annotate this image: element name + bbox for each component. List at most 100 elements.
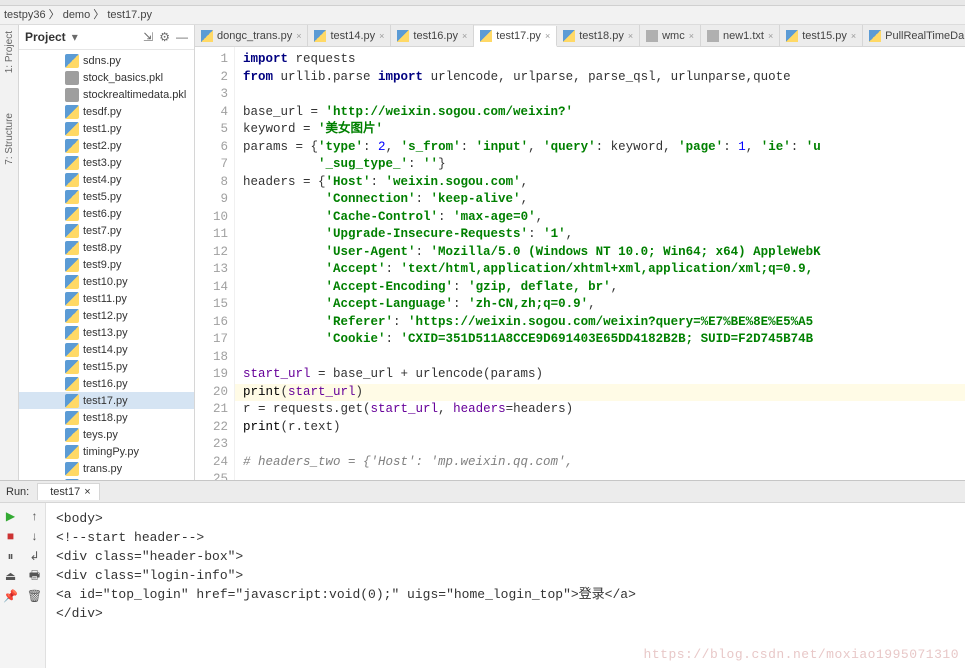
code-line[interactable]: import requests: [243, 51, 965, 69]
tree-item-label: trans.py: [83, 463, 122, 475]
code-line[interactable]: 'Referer': 'https://weixin.sogou.com/wei…: [243, 314, 965, 332]
tree-item[interactable]: test3.py: [19, 154, 194, 171]
tree-item[interactable]: test5.py: [19, 188, 194, 205]
code-line[interactable]: [243, 86, 965, 104]
tree-item[interactable]: test16.py: [19, 375, 194, 392]
tree-item[interactable]: test13.py: [19, 324, 194, 341]
editor-tab[interactable]: wmc×: [640, 25, 701, 46]
tree-item[interactable]: tesdf.py: [19, 103, 194, 120]
exit-icon[interactable]: ⏏: [2, 567, 20, 585]
structure-tool-tab[interactable]: 7: Structure: [4, 113, 15, 165]
print-icon[interactable]: 🖶: [26, 567, 44, 585]
tree-item[interactable]: test6.py: [19, 205, 194, 222]
code-line[interactable]: from urllib.parse import urlencode, urlp…: [243, 69, 965, 87]
code-line[interactable]: 'Connection': 'keep-alive',: [243, 191, 965, 209]
project-tool-tab[interactable]: 1: Project: [4, 31, 15, 73]
code-line[interactable]: r = requests.get(start_url, headers=head…: [243, 401, 965, 419]
tree-item[interactable]: timingPy.py: [19, 443, 194, 460]
tree-item-label: test17.py: [83, 395, 128, 407]
tree-item[interactable]: teys.py: [19, 426, 194, 443]
tree-item[interactable]: test7.py: [19, 222, 194, 239]
pin-icon[interactable]: 📌: [2, 587, 20, 605]
tree-item[interactable]: test15.py: [19, 358, 194, 375]
tree-item[interactable]: stock_basics.pkl: [19, 69, 194, 86]
project-view-dropdown-icon[interactable]: ▾: [72, 30, 78, 44]
code-line[interactable]: '_sug_type_': ''}: [243, 156, 965, 174]
close-icon[interactable]: ×: [851, 31, 856, 41]
editor-tab[interactable]: test14.py×: [308, 25, 391, 46]
close-icon[interactable]: ×: [462, 31, 467, 41]
editor-tab[interactable]: dongc_trans.py×: [195, 25, 308, 46]
rerun-icon[interactable]: ▶: [2, 507, 20, 525]
down-stack-icon[interactable]: ↓: [26, 527, 44, 545]
tree-item[interactable]: test2.py: [19, 137, 194, 154]
tree-item[interactable]: test14.py: [19, 341, 194, 358]
code-line[interactable]: 'Cookie': 'CXID=351D511A8CCE9D691403E65D…: [243, 331, 965, 349]
code-line[interactable]: print(start_url): [235, 384, 965, 402]
code-line[interactable]: 'Cache-Control': 'max-age=0',: [243, 209, 965, 227]
code-line[interactable]: 'User-Agent': 'Mozilla/5.0 (Windows NT 1…: [243, 244, 965, 262]
code-line[interactable]: base_url = 'http://weixin.sogou.com/weix…: [243, 104, 965, 122]
tree-item[interactable]: test8.py: [19, 239, 194, 256]
close-icon[interactable]: ×: [545, 31, 550, 41]
code-text[interactable]: import requestsfrom urllib.parse import …: [235, 47, 965, 480]
editor-tab[interactable]: PullRealTimeDa×: [863, 25, 965, 46]
collapse-icon[interactable]: ⇲: [143, 30, 153, 44]
code-line[interactable]: [243, 349, 965, 367]
editor-tab[interactable]: test17.py×: [474, 26, 557, 47]
close-icon[interactable]: ×: [628, 31, 633, 41]
tree-item[interactable]: test1.py: [19, 120, 194, 137]
close-icon[interactable]: ×: [768, 31, 773, 41]
code-line[interactable]: # headers_two = {'Host': 'mp.weixin.qq.c…: [243, 454, 965, 472]
tree-item[interactable]: stockrealtimedata.pkl: [19, 86, 194, 103]
tree-item[interactable]: sdns.py: [19, 52, 194, 69]
tree-item[interactable]: trans_test.py: [19, 477, 194, 480]
tree-item[interactable]: trans.py: [19, 460, 194, 477]
trash-icon[interactable]: 🗑: [26, 587, 44, 605]
editor-tab[interactable]: test15.py×: [780, 25, 863, 46]
hide-icon[interactable]: —: [176, 30, 188, 44]
code-line[interactable]: 'Upgrade-Insecure-Requests': '1',: [243, 226, 965, 244]
breadcrumb[interactable]: testpy36 〉 demo 〉 test17.py: [0, 6, 965, 25]
tree-item[interactable]: test11.py: [19, 290, 194, 307]
code-editor[interactable]: 1234567891011121314151617181920212223242…: [195, 47, 965, 480]
code-line[interactable]: print(r.text): [243, 419, 965, 437]
python-file-icon: [65, 258, 79, 272]
tree-item[interactable]: test10.py: [19, 273, 194, 290]
pickle-file-icon: [65, 88, 79, 102]
code-line[interactable]: params = {'type': 2, 's_from': 'input', …: [243, 139, 965, 157]
code-line[interactable]: [243, 436, 965, 454]
editor-tab[interactable]: test16.py ×: [391, 25, 474, 46]
tree-item[interactable]: test4.py: [19, 171, 194, 188]
text-file-icon: [707, 30, 719, 42]
close-icon[interactable]: ×: [296, 31, 301, 41]
code-line[interactable]: keyword = '美女图片': [243, 121, 965, 139]
project-tree[interactable]: sdns.pystock_basics.pklstockrealtimedata…: [19, 50, 194, 480]
gear-icon[interactable]: ⚙: [159, 30, 170, 44]
python-file-icon: [65, 190, 79, 204]
tree-item[interactable]: test17.py: [19, 392, 194, 409]
code-line[interactable]: headers = {'Host': 'weixin.sogou.com',: [243, 174, 965, 192]
tab-label: test16.py: [413, 30, 458, 42]
code-line[interactable]: 'Accept-Encoding': 'gzip, deflate, br',: [243, 279, 965, 297]
tree-item[interactable]: test9.py: [19, 256, 194, 273]
code-line[interactable]: [243, 471, 965, 480]
pause-icon[interactable]: ⏸: [2, 547, 20, 565]
editor-tab[interactable]: test18.py×: [557, 25, 640, 46]
editor-tab[interactable]: new1.txt×: [701, 25, 780, 46]
close-icon[interactable]: ×: [84, 486, 90, 498]
tree-item[interactable]: test12.py: [19, 307, 194, 324]
output-line: <div class="header-box">: [56, 547, 955, 566]
editor-tabs[interactable]: dongc_trans.py×test14.py×test16.py×test1…: [195, 25, 965, 47]
close-icon[interactable]: ×: [689, 31, 694, 41]
code-line[interactable]: 'Accept': 'text/html,application/xhtml+x…: [243, 261, 965, 279]
tree-item[interactable]: test18.py: [19, 409, 194, 426]
run-output[interactable]: <body><!--start header--><div class="hea…: [46, 503, 965, 668]
close-icon[interactable]: ×: [379, 31, 384, 41]
stop-icon[interactable]: ■: [2, 527, 20, 545]
up-stack-icon[interactable]: ↑: [26, 507, 44, 525]
run-tab[interactable]: test17 ×: [37, 483, 99, 500]
code-line[interactable]: start_url = base_url + urlencode(params): [243, 366, 965, 384]
code-line[interactable]: 'Accept-Language': 'zh-CN,zh;q=0.9',: [243, 296, 965, 314]
soft-wrap-icon[interactable]: ↲: [26, 547, 44, 565]
